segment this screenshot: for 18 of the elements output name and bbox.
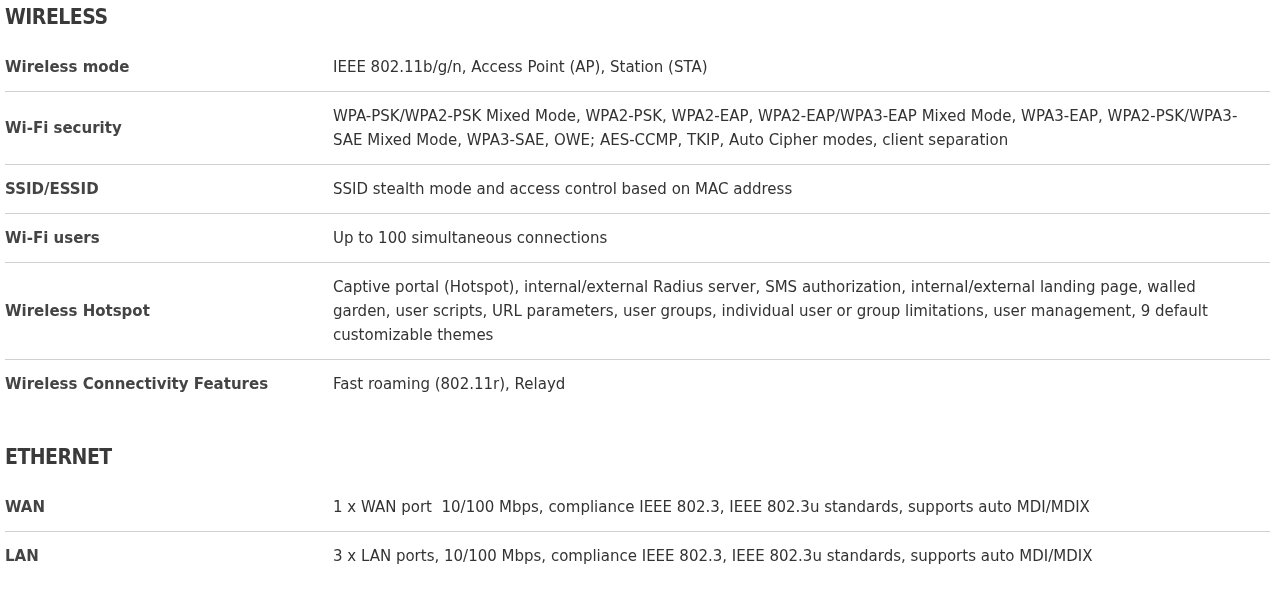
- spec-label: LAN: [5, 547, 39, 565]
- spec-label: Wireless Connectivity Features: [5, 375, 269, 393]
- spec-label: WAN: [5, 498, 46, 516]
- spec-value: WPA-PSK/WPA2-PSK Mixed Mode, WPA2-PSK, WPA2-EAP, WPA2-EAP/WPA3-EAP Mixed Mode, WPA3-EAP, WPA2-PSK/WPA3-SAE Mixed Mode, WPA3-SAE, OWE; AES-CCMP, TKIP, Auto Cipher modes, client separation: [333, 107, 1238, 149]
- spec-value: Up to 100 simultaneous connections: [333, 229, 608, 247]
- spec-label: Wireless mode: [5, 58, 130, 76]
- spec-value: IEEE 802.11b/g/n, Access Point (AP), Station (STA): [333, 58, 708, 76]
- spec-label: Wi-Fi security: [5, 119, 122, 137]
- spec-value: Captive portal (Hotspot), internal/external Radius server, SMS authorization, internal/external landing page, walled garden, user scripts, URL parameters, user groups, individual user or group limitations, user management, 9 default customizable themes: [333, 278, 1209, 344]
- spec-value: 3 x LAN ports, 10/100 Mbps, compliance IEEE 802.3, IEEE 802.3u standards, supports auto MDI/MDIX: [333, 547, 1093, 565]
- spec-label: SSID/ESSID: [5, 180, 99, 198]
- spec-value: 1 x WAN port 10/100 Mbps, compliance IEEE 802.3, IEEE 802.3u standards, supports auto MDI/MDIX: [333, 498, 1090, 516]
- spec-value: SSID stealth mode and access control based on MAC address: [333, 180, 793, 198]
- spec-label: Wireless Hotspot: [5, 302, 150, 320]
- section-heading: WIRELESS: [5, 4, 109, 31]
- spec-label: Wi-Fi users: [5, 229, 100, 247]
- spec-value: Fast roaming (802.11r), Relayd: [333, 375, 566, 393]
- section-heading: ETHERNET: [5, 444, 113, 471]
